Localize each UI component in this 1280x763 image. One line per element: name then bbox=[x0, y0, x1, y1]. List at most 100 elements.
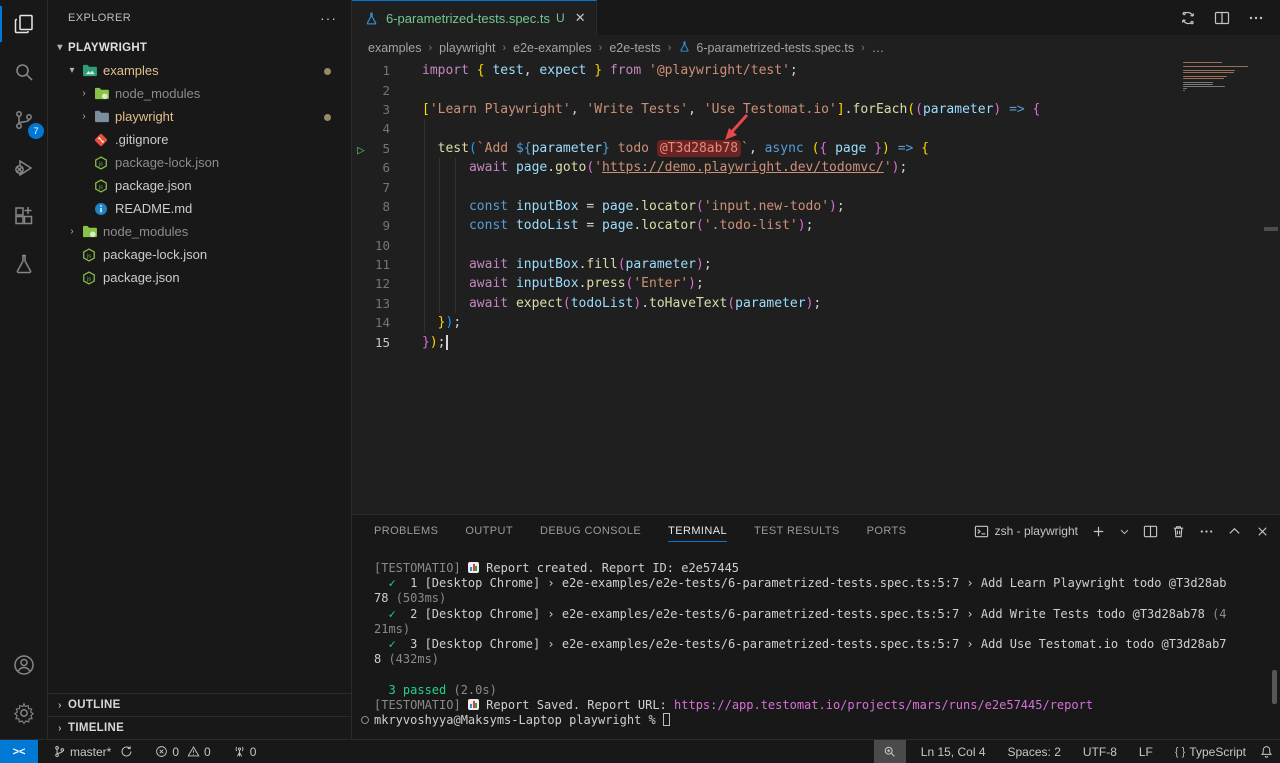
source-control-icon[interactable]: 7 bbox=[0, 96, 48, 144]
new-terminal-icon[interactable] bbox=[1091, 524, 1106, 539]
editor-actions bbox=[1180, 0, 1280, 35]
scm-badge: 7 bbox=[28, 123, 44, 139]
panel-tab-output[interactable]: OUTPUT bbox=[465, 515, 513, 547]
chevron-right-icon: › bbox=[64, 226, 80, 237]
npm-icon: js bbox=[92, 155, 110, 171]
source-control-graph-icon[interactable] bbox=[1180, 10, 1196, 26]
eol-item[interactable]: LF bbox=[1132, 740, 1160, 763]
tree-item-label: node_modules bbox=[103, 224, 188, 239]
breadcrumb-item[interactable]: … bbox=[872, 41, 885, 55]
tree-root-playwright[interactable]: ▾ PLAYWRIGHT bbox=[48, 36, 351, 59]
folder-slate-icon bbox=[92, 109, 110, 125]
section-outline[interactable]: ›OUTLINE bbox=[48, 693, 351, 716]
maximize-panel-icon[interactable] bbox=[1227, 524, 1242, 539]
code-line-14[interactable]: 14 }); bbox=[352, 313, 1280, 332]
code-line-1[interactable]: 1import { test, expect } from '@playwrig… bbox=[352, 61, 1280, 80]
account-icon[interactable] bbox=[0, 641, 48, 689]
split-terminal-icon[interactable] bbox=[1143, 524, 1158, 539]
more-actions-icon[interactable] bbox=[1248, 10, 1264, 26]
code-line-4[interactable]: 4 bbox=[352, 119, 1280, 138]
breadcrumb-item[interactable]: e2e-tests bbox=[609, 41, 660, 55]
panel-tab-ports[interactable]: PORTS bbox=[867, 515, 907, 547]
tree-item-examples[interactable]: ▾examples bbox=[48, 59, 351, 82]
split-editor-icon[interactable] bbox=[1214, 10, 1230, 26]
tree-item-label: package-lock.json bbox=[103, 247, 207, 262]
tab-close-icon[interactable]: ✕ bbox=[575, 10, 586, 26]
tree-item-README.md[interactable]: README.md bbox=[48, 197, 351, 220]
flask-icon bbox=[364, 11, 379, 26]
terminal-dropdown-icon[interactable] bbox=[1119, 524, 1130, 539]
explorer-icon[interactable] bbox=[0, 0, 48, 48]
run-debug-icon[interactable] bbox=[0, 144, 48, 192]
indentation-item[interactable]: Spaces: 2 bbox=[1001, 740, 1068, 763]
tree-item-node_modules[interactable]: ›node_modules bbox=[48, 82, 351, 105]
breadcrumb-item[interactable]: e2e-examples bbox=[513, 41, 592, 55]
terminal-scrollbar[interactable] bbox=[1272, 670, 1277, 704]
testing-icon[interactable] bbox=[0, 240, 48, 288]
breadcrumb-label: 6-parametrized-tests.spec.ts bbox=[696, 41, 854, 55]
zoom-status-icon[interactable] bbox=[874, 740, 906, 763]
panel-more-icon[interactable] bbox=[1199, 524, 1214, 539]
code-line-8[interactable]: 8 const inputBox = page.locator('input.n… bbox=[352, 197, 1280, 216]
tree-item-package.json[interactable]: jspackage.json bbox=[48, 174, 351, 197]
status-bar-right: Ln 15, Col 4 Spaces: 2 UTF-8 LF { } Type… bbox=[874, 740, 1280, 763]
terminal-output[interactable]: [TESTOMATIO] Report created. Report ID: … bbox=[352, 547, 1280, 728]
warnings-icon bbox=[187, 745, 200, 758]
scrollbar-mark[interactable] bbox=[1264, 227, 1278, 231]
code-line-6[interactable]: 6 await page.goto('https://demo.playwrig… bbox=[352, 158, 1280, 177]
tab-6-parametrized-tests[interactable]: 6-parametrized-tests.spec.ts U ✕ bbox=[352, 0, 597, 35]
panel-tab-debug-console[interactable]: DEBUG CONSOLE bbox=[540, 515, 641, 547]
tree-item-package.json[interactable]: jspackage.json bbox=[48, 266, 351, 289]
cursor-position-item[interactable]: Ln 15, Col 4 bbox=[914, 740, 993, 763]
panel-tab-problems[interactable]: PROBLEMS bbox=[374, 515, 438, 547]
tree-item-package-lock.json[interactable]: jspackage-lock.json bbox=[48, 243, 351, 266]
breadcrumb-item[interactable]: 6-parametrized-tests.spec.ts bbox=[678, 40, 854, 56]
kill-terminal-icon[interactable] bbox=[1171, 524, 1186, 539]
panel-tab-terminal[interactable]: TERMINAL bbox=[668, 515, 727, 547]
panel-tab-test-results[interactable]: TEST RESULTS bbox=[754, 515, 840, 547]
code-line-13[interactable]: 13 await expect(todoList).toHaveText(par… bbox=[352, 294, 1280, 313]
terminal-line: ✓ 2 [Desktop Chrome] › e2e-examples/e2e-… bbox=[374, 607, 1280, 622]
npm-icon: js bbox=[80, 270, 98, 286]
terminal-shell-item[interactable]: zsh - playwright bbox=[974, 524, 1078, 539]
minimap-line bbox=[1183, 90, 1185, 91]
remote-indicator[interactable]: >< bbox=[0, 740, 38, 763]
tree-item-.gitignore[interactable]: .gitignore bbox=[48, 128, 351, 151]
indent-guide bbox=[439, 158, 440, 313]
code-line-10[interactable]: 10 bbox=[352, 236, 1280, 255]
ports-item[interactable]: 0 bbox=[226, 740, 264, 763]
code-line-2[interactable]: 2 bbox=[352, 80, 1280, 99]
tree-item-node_modules[interactable]: › node_modules bbox=[48, 220, 351, 243]
code-text: await expect(todoList).toHaveText(parame… bbox=[410, 296, 821, 311]
code-line-15[interactable]: 15}); bbox=[352, 332, 1280, 351]
close-panel-icon[interactable] bbox=[1255, 524, 1270, 539]
code-line-7[interactable]: 7 bbox=[352, 177, 1280, 196]
breadcrumb-separator: › bbox=[861, 42, 865, 54]
encoding-item[interactable]: UTF-8 bbox=[1076, 740, 1124, 763]
language-item[interactable]: { } TypeScript bbox=[1168, 740, 1253, 763]
tree-item-package-lock.json[interactable]: jspackage-lock.json bbox=[48, 151, 351, 174]
npm-icon: js bbox=[92, 178, 110, 194]
notifications-item[interactable] bbox=[1253, 740, 1280, 763]
code-line-5[interactable]: 5▷ test(`Add ${parameter} todo @T3d28ab7… bbox=[352, 139, 1280, 158]
code-editor[interactable]: 1import { test, expect } from '@playwrig… bbox=[352, 61, 1280, 352]
tree-item-playwright[interactable]: ›playwright bbox=[48, 105, 351, 128]
code-line-12[interactable]: 12 await inputBox.press('Enter'); bbox=[352, 274, 1280, 293]
magnifier-icon bbox=[883, 745, 896, 758]
code-line-9[interactable]: 9 const todoList = page.locator('.todo-l… bbox=[352, 216, 1280, 235]
minimap[interactable] bbox=[1183, 62, 1255, 92]
breadcrumb-item[interactable]: playwright bbox=[439, 41, 495, 55]
branch-item[interactable]: master* bbox=[46, 740, 140, 763]
code-line-3[interactable]: 3['Learn Playwright', 'Write Tests', 'Us… bbox=[352, 100, 1280, 119]
breadcrumb-item[interactable]: examples bbox=[368, 41, 422, 55]
run-test-icon[interactable]: ▷ bbox=[357, 143, 365, 158]
search-icon[interactable] bbox=[0, 48, 48, 96]
settings-gear-icon[interactable] bbox=[0, 689, 48, 737]
problems-item[interactable]: 0 0 bbox=[148, 740, 217, 763]
code-line-11[interactable]: 11 await inputBox.fill(parameter); bbox=[352, 255, 1280, 274]
flask-icon bbox=[678, 40, 691, 56]
terminal-line: ✓ 1 [Desktop Chrome] › e2e-examples/e2e-… bbox=[374, 576, 1280, 591]
extensions-icon[interactable] bbox=[0, 192, 48, 240]
section-timeline[interactable]: ›TIMELINE bbox=[48, 716, 351, 739]
explorer-more-actions-icon[interactable]: ··· bbox=[320, 10, 337, 26]
